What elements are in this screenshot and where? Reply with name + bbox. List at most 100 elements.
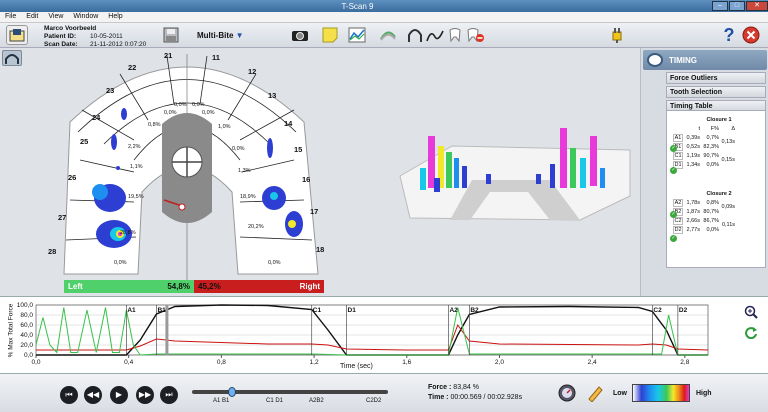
row-delta: 0,09s	[721, 204, 735, 210]
tooth-13: 13	[268, 91, 276, 100]
closure-1: Closure 1 t F% Δ A1 0,39s 0,7% B1 0,52s 82,3% 0…	[673, 117, 765, 169]
closure-1-title: Closure 1	[706, 117, 732, 123]
time-value: 00:00.569 / 00:02.928s	[450, 394, 523, 401]
header-t: t	[698, 125, 700, 132]
minimize-button[interactable]: –	[712, 1, 728, 11]
timing-header[interactable]: TIMING	[643, 50, 767, 70]
timeline-thumb[interactable]	[228, 387, 236, 397]
force-series-line	[36, 323, 709, 351]
row-time: 1,78s	[686, 199, 700, 206]
y-tick-label: 0,0	[24, 352, 33, 359]
section-force-outliers[interactable]: Force Outliers	[666, 72, 766, 84]
row-id: A2	[673, 198, 683, 207]
y-tick-label: 20,0	[20, 342, 33, 349]
row-time: 1,34s	[686, 161, 700, 168]
force-color-scale	[632, 384, 690, 402]
row-time: 1,19s	[686, 152, 700, 159]
row-id: D2	[673, 225, 683, 234]
timing-marker-label: B2	[470, 307, 479, 314]
row-force: 86,7%	[703, 217, 719, 224]
patient-icon[interactable]	[6, 25, 28, 45]
skip-start-icon[interactable]: ⏮	[60, 386, 78, 404]
zoom-in-icon[interactable]	[744, 305, 758, 319]
percent-t24: 2,2%	[128, 144, 141, 150]
step-forward-icon[interactable]: ▶▶	[136, 386, 154, 404]
row-time: 1,87s	[686, 208, 700, 215]
time-cursor[interactable]	[165, 305, 169, 355]
tooth-24: 24	[92, 113, 101, 122]
graph-icon[interactable]	[346, 25, 368, 45]
percent-t12: 0,0%	[202, 110, 215, 116]
save-icon[interactable]	[160, 25, 182, 45]
tooth-12: 12	[248, 67, 256, 76]
check-icon: ✓	[670, 211, 677, 218]
status-readout: Force : 83,84 % Time : 00:00.569 / 00:02…	[428, 383, 522, 403]
timing-marker-label: A2	[449, 307, 458, 314]
menu-file[interactable]: File	[0, 12, 21, 22]
timeline-marker: C2D2	[366, 398, 382, 404]
menu-view[interactable]: View	[43, 12, 68, 22]
sensor-plug-icon[interactable]	[606, 25, 628, 45]
force-time-graph[interactable]: % Max Total Force 100,0 80,0 60,0 40,0 20,0 0…	[0, 296, 768, 374]
title-bar: T-Scan 9 – □ ✕	[0, 0, 768, 12]
clock-icon	[647, 53, 663, 67]
closure-1-header: t F% Δ	[673, 124, 765, 133]
row-force: 80,7%	[703, 208, 719, 215]
section-tooth-selection[interactable]: Tooth Selection	[666, 86, 766, 98]
percent-t21: 0,0%	[174, 102, 187, 108]
step-back-icon[interactable]: ◀◀	[84, 386, 102, 404]
trajectory-icon[interactable]	[377, 25, 399, 45]
x-tick-label: 0,8	[217, 359, 226, 366]
menu-bar: File Edit View Window Help	[0, 12, 768, 23]
timeline-marker: A2B2	[309, 398, 324, 404]
row-time: 0,52s	[686, 143, 700, 150]
camera-icon[interactable]	[289, 25, 311, 45]
play-icon[interactable]: ▶	[110, 386, 128, 404]
tooth-21: 21	[164, 52, 172, 60]
refresh-icon[interactable]	[744, 325, 758, 340]
timing-marker-label: D2	[679, 307, 688, 314]
left-force-bar: Left 54,8%	[64, 280, 194, 293]
help-icon[interactable]: ?	[718, 25, 740, 45]
timing-marker-label: A1	[127, 307, 136, 314]
closure-2-title: Closure 2	[706, 191, 732, 197]
y-tick-label: 100,0	[17, 302, 34, 309]
percent-t16: 18,9%	[240, 194, 256, 200]
tooth-26: 26	[68, 173, 76, 182]
tooth-25: 25	[80, 137, 88, 146]
x-tick-label: 1,2	[310, 359, 319, 366]
timeline-marker: C1 D1	[266, 398, 284, 404]
timeline-slider[interactable]	[192, 387, 388, 397]
playback-bar: ⏮ ◀◀ ▶ ▶▶ ⏭ A1 B1 C1 D1 A2B2 C2D2 Force …	[0, 374, 768, 412]
x-tick-label: 1,6	[402, 359, 411, 366]
tooth-icon[interactable]	[444, 25, 466, 45]
window-controls: – □ ✕	[711, 1, 768, 11]
row-time: 0,39s	[686, 134, 700, 141]
force-value: 83,84 %	[453, 384, 479, 391]
table-row: D1 1,34s 0,0% 0,15s	[673, 157, 765, 169]
right-force-bar: 45,2% Right	[194, 280, 324, 293]
arch-outline-icon[interactable]	[2, 50, 22, 66]
percent-t18: 0,0%	[268, 260, 281, 266]
close-window-button[interactable]: ✕	[746, 1, 768, 11]
menu-help[interactable]: Help	[103, 12, 127, 22]
menu-window[interactable]: Window	[68, 12, 103, 22]
sensitivity-icon[interactable]	[586, 384, 604, 403]
mode-select[interactable]: Multi-Bite ▼	[197, 31, 244, 40]
percent-t14: 0,0%	[232, 146, 245, 152]
force-curve-icon[interactable]	[424, 25, 446, 45]
exit-icon[interactable]	[740, 25, 762, 45]
arch-view-icon[interactable]	[404, 25, 426, 45]
table-row: D2 2,77s 0,0% 0,11s	[673, 222, 765, 234]
gauge-icon[interactable]	[558, 384, 576, 402]
maximize-button[interactable]: □	[729, 1, 745, 11]
percent-t28: 0,0%	[114, 260, 127, 266]
y-tick-label: 60,0	[20, 322, 33, 329]
skip-end-icon[interactable]: ⏭	[160, 386, 178, 404]
closure-2: Closure 2 A2 1,78s 0,8% B2 1,87s 80,7% 0,09s …	[673, 191, 765, 234]
tooth-exclude-icon[interactable]	[464, 25, 486, 45]
x-tick-label: 2,4	[588, 359, 597, 366]
menu-edit[interactable]: Edit	[21, 12, 43, 22]
note-icon[interactable]	[319, 25, 341, 45]
table-row: B1 0,52s 82,3% 0,13s	[673, 139, 765, 151]
